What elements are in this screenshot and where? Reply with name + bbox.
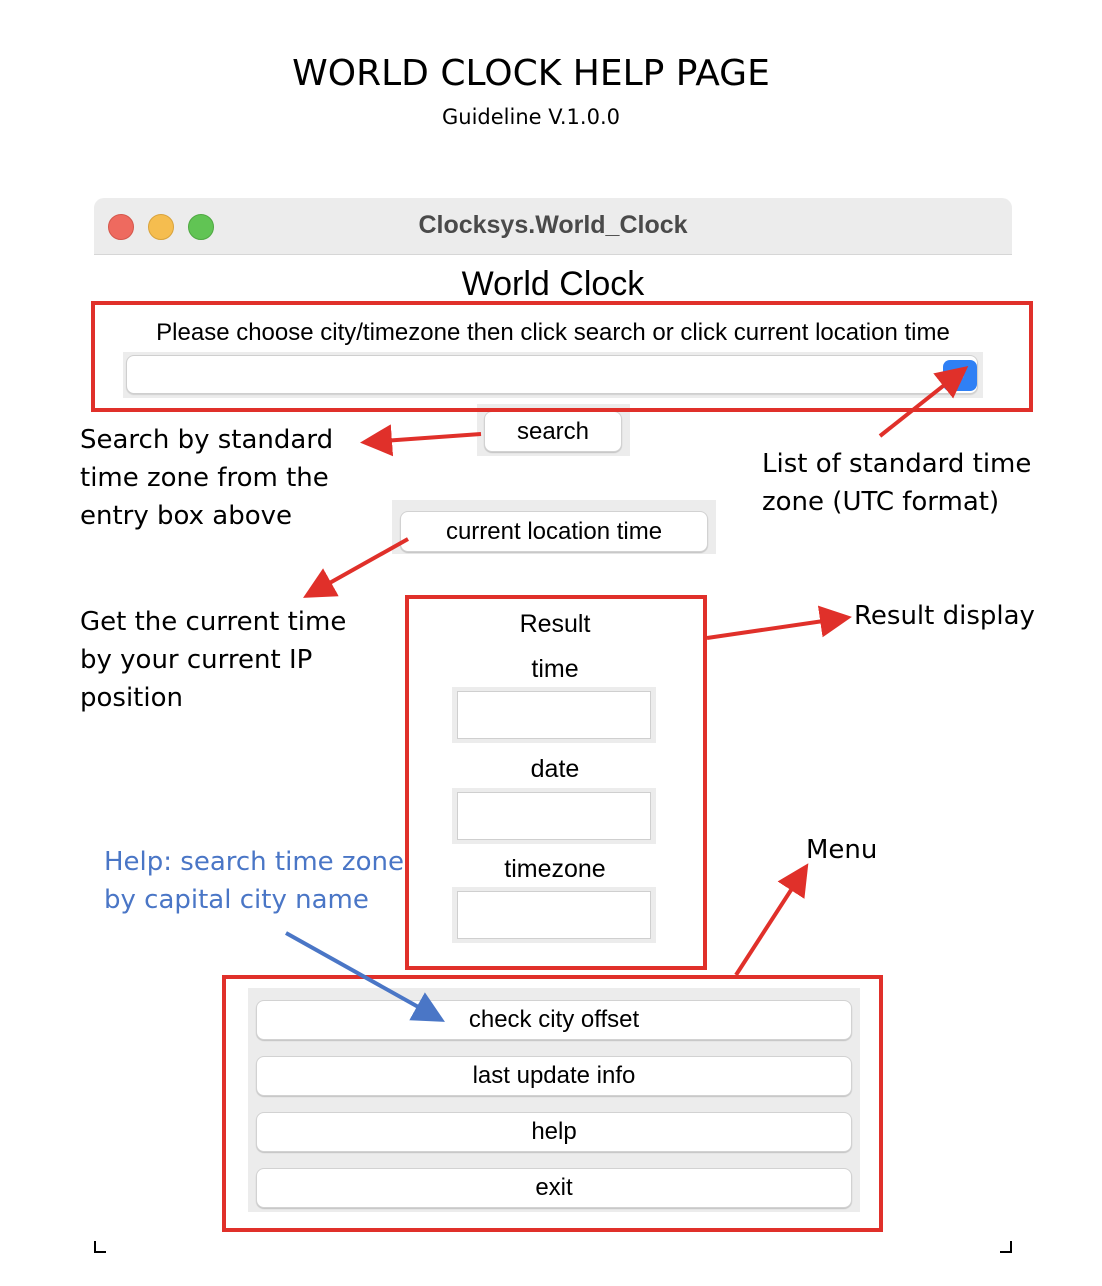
search-arrow — [360, 424, 482, 457]
current-location-arrow — [303, 537, 409, 598]
help-arrow — [285, 931, 445, 1022]
menu-arrow — [734, 863, 809, 977]
list-arrow — [878, 366, 969, 438]
result-arrow — [706, 605, 852, 640]
annotation-arrows — [285, 366, 969, 1022]
